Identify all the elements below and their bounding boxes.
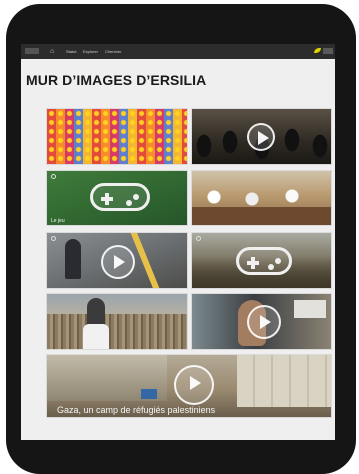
nav-link-explore[interactable]: Explorer [83, 48, 98, 55]
shop-sign [294, 300, 326, 318]
nav-link-status[interactable]: Statut [66, 48, 76, 55]
top-navigation-bar: ⌂ Statut Explorer Chercher [21, 44, 335, 59]
tile-game-forest[interactable] [191, 232, 332, 289]
person-shirt [83, 324, 109, 349]
nav-link-search[interactable]: Chercher [105, 48, 121, 55]
play-button[interactable] [247, 305, 281, 339]
play-button[interactable] [101, 245, 135, 279]
tile-interview-video[interactable] [191, 293, 332, 350]
tile-camp-video[interactable]: Gaza, un camp de réfugiés palestiniens [46, 354, 332, 418]
play-button[interactable] [174, 365, 214, 405]
kitchen-figures [192, 187, 331, 225]
tile-kitchen[interactable] [191, 170, 332, 226]
graffiti-wall [237, 355, 331, 407]
blue-car [141, 389, 157, 399]
walking-person [65, 239, 81, 279]
corner-dot [196, 236, 201, 241]
crowd-field [47, 314, 187, 349]
tile-game-green[interactable]: Le jeu [46, 170, 188, 226]
play-button[interactable] [247, 123, 275, 151]
tile-caption: Gaza, un camp de réfugiés palestiniens [57, 405, 216, 415]
gamepad-icon [90, 183, 150, 211]
page-title: MUR D’IMAGES D’ERSILIA [26, 72, 207, 88]
user-icon[interactable] [323, 48, 333, 54]
corner-dot [51, 174, 56, 179]
tile-festival[interactable] [46, 293, 188, 350]
tile-caption: Le jeu [51, 218, 65, 224]
tile-street-video[interactable] [46, 232, 188, 289]
home-icon[interactable]: ⌂ [50, 48, 54, 55]
tile-crowd-video[interactable] [191, 108, 332, 165]
tile-mosaic[interactable] [46, 108, 188, 165]
site-logo[interactable] [25, 48, 39, 54]
corner-dot [51, 236, 56, 241]
leaf-icon [314, 48, 321, 53]
gamepad-icon [236, 247, 292, 275]
